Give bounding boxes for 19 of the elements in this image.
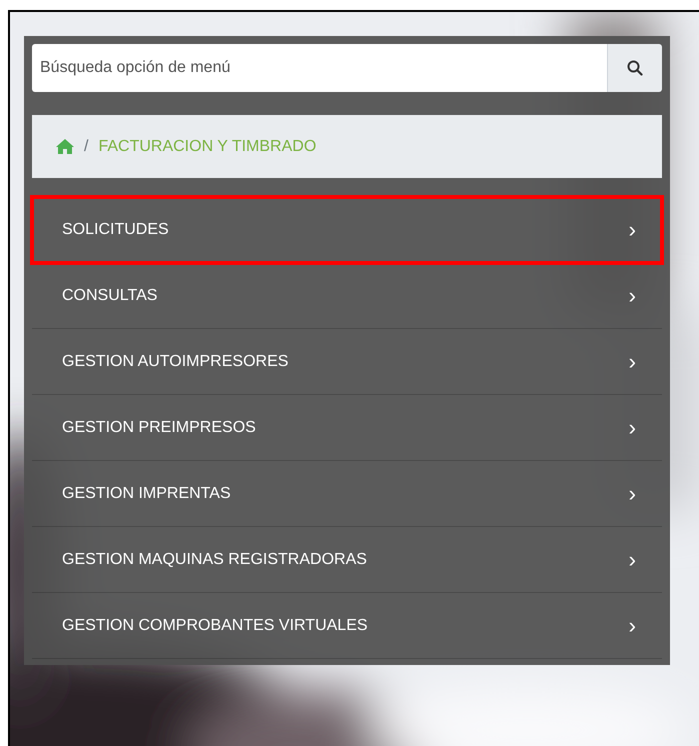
chevron-icon: › <box>628 548 636 570</box>
menu-item[interactable]: GESTION COMPROBANTES VIRTUALES › <box>32 593 662 659</box>
breadcrumb-separator: / <box>84 136 88 156</box>
search-button[interactable] <box>607 44 662 92</box>
menu-item[interactable]: SOLICITUDES › <box>32 197 662 263</box>
search-icon <box>627 60 643 76</box>
menu-item[interactable]: GESTION MAQUINAS REGISTRADORAS › <box>32 527 662 593</box>
breadcrumb-current: FACTURACION Y TIMBRADO <box>98 136 316 156</box>
menu-item[interactable]: GESTION AUTOIMPRESORES › <box>32 329 662 395</box>
chevron-icon: › <box>628 614 636 636</box>
search-field[interactable]: Búsqueda opción de menú <box>32 44 607 92</box>
chevron-icon: › <box>628 218 636 240</box>
menu-item[interactable]: CONSULTAS › <box>32 263 662 329</box>
menu-item[interactable]: GESTION IMPRENTAS › <box>32 461 662 527</box>
chevron-icon: › <box>628 350 636 372</box>
chevron-icon: › <box>628 416 636 438</box>
chevron-icon: › <box>628 284 636 306</box>
chevron-icon: › <box>628 482 636 504</box>
menu-item[interactable]: GESTION PREIMPRESOS › <box>32 395 662 461</box>
